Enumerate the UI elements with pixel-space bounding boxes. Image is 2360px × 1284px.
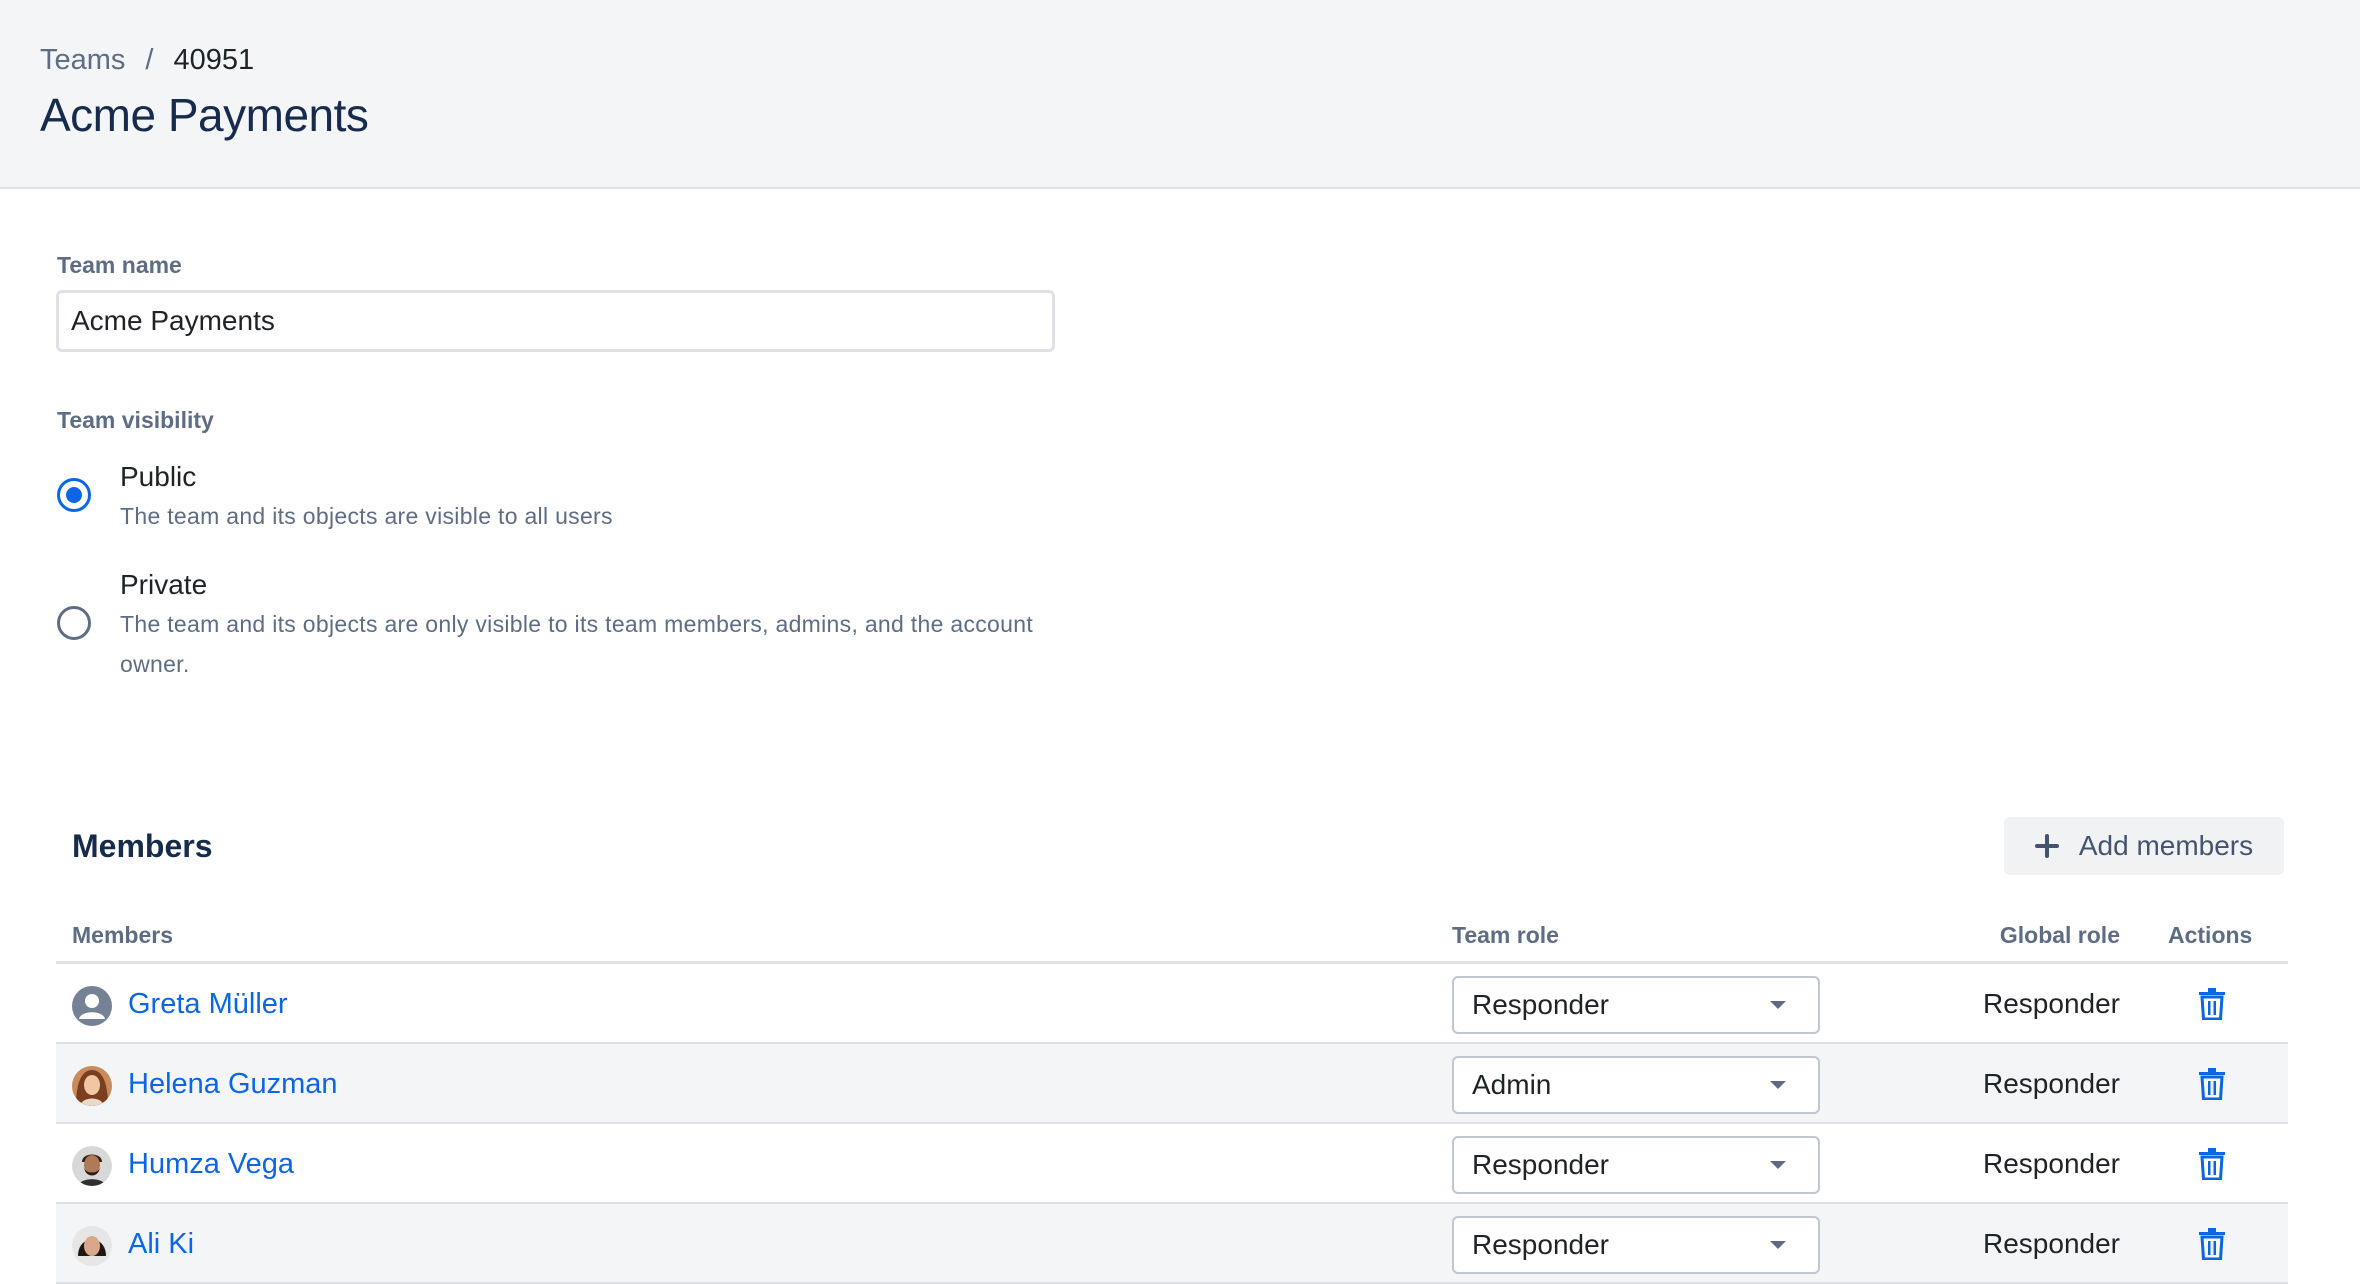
members-table: Members Team role Global role Actions Gr… (56, 912, 2288, 1284)
breadcrumb-teams-link[interactable]: Teams (40, 44, 125, 77)
add-members-button[interactable]: Add members (2004, 817, 2284, 875)
global-role-value: Responder (1983, 1228, 2120, 1259)
trash-icon[interactable] (2198, 1068, 2226, 1100)
breadcrumb-current: 40951 (173, 44, 255, 76)
team-visibility-label: Team visibility (57, 407, 214, 433)
global-role-value: Responder (1983, 988, 2120, 1019)
private-option-title: Private (120, 569, 208, 600)
team-role-select[interactable]: Responder (1452, 1216, 1820, 1274)
page-title: Acme Payments (40, 89, 369, 141)
team-name-input[interactable] (56, 290, 1055, 352)
global-role-value: Responder (1983, 1068, 2120, 1099)
private-option-description: The team and its objects are only visibl… (120, 611, 1034, 677)
public-radio[interactable] (57, 478, 91, 512)
breadcrumb-separator: / (145, 44, 154, 76)
chevron-down-icon (1770, 1081, 1786, 1089)
member-name-link[interactable]: Helena Guzman (128, 1068, 338, 1101)
member-name-link[interactable]: Humza Vega (128, 1148, 294, 1181)
column-team-role[interactable]: Team role (1452, 922, 1559, 949)
photo-avatar (72, 1226, 112, 1266)
team-role-value: Responder (1472, 1229, 1609, 1260)
photo-avatar (72, 1146, 112, 1186)
table-row: Helena Guzman Admin Responder (56, 1044, 2288, 1124)
visibility-option-private[interactable]: Private The team and its objects are onl… (57, 568, 1060, 684)
member-name-link[interactable]: Greta Müller (128, 988, 288, 1021)
trash-icon[interactable] (2198, 1228, 2226, 1260)
page-header: Teams / 40951 Acme Payments (0, 0, 2360, 189)
chevron-down-icon (1770, 1241, 1786, 1249)
photo-avatar (72, 1066, 112, 1106)
team-role-select[interactable]: Responder (1452, 1136, 1820, 1194)
member-name-link[interactable]: Ali Ki (128, 1228, 194, 1261)
trash-icon[interactable] (2198, 988, 2226, 1020)
column-members[interactable]: Members (72, 922, 173, 949)
plus-icon (2034, 834, 2059, 858)
team-name-label: Team name (57, 252, 182, 278)
public-option-description: The team and its objects are visible to … (120, 503, 613, 529)
chevron-down-icon (1770, 1001, 1786, 1009)
table-row: Greta Müller Responder Responder (56, 964, 2288, 1044)
chevron-down-icon (1770, 1161, 1786, 1169)
team-role-value: Responder (1472, 989, 1609, 1020)
table-header: Members Team role Global role Actions (56, 912, 2288, 964)
visibility-option-public[interactable]: Public The team and its objects are visi… (57, 460, 1060, 536)
generic-user-icon (72, 986, 112, 1026)
table-row: Humza Vega Responder Responder (56, 1124, 2288, 1204)
public-option-title: Public (120, 461, 197, 492)
column-global-role[interactable]: Global role (2000, 922, 2120, 949)
trash-icon[interactable] (2198, 1148, 2226, 1180)
private-radio[interactable] (57, 606, 91, 640)
team-role-select[interactable]: Admin (1452, 1056, 1820, 1114)
global-role-value: Responder (1983, 1148, 2120, 1179)
team-role-value: Admin (1472, 1069, 1552, 1100)
breadcrumb: Teams / 40951 (40, 44, 254, 77)
members-section-title: Members (72, 828, 213, 864)
add-members-label: Add members (2078, 830, 2254, 861)
table-row: Ali Ki Responder Responder (56, 1204, 2288, 1284)
team-role-value: Responder (1472, 1149, 1609, 1180)
column-actions: Actions (2168, 922, 2253, 948)
team-role-select[interactable]: Responder (1452, 976, 1820, 1034)
